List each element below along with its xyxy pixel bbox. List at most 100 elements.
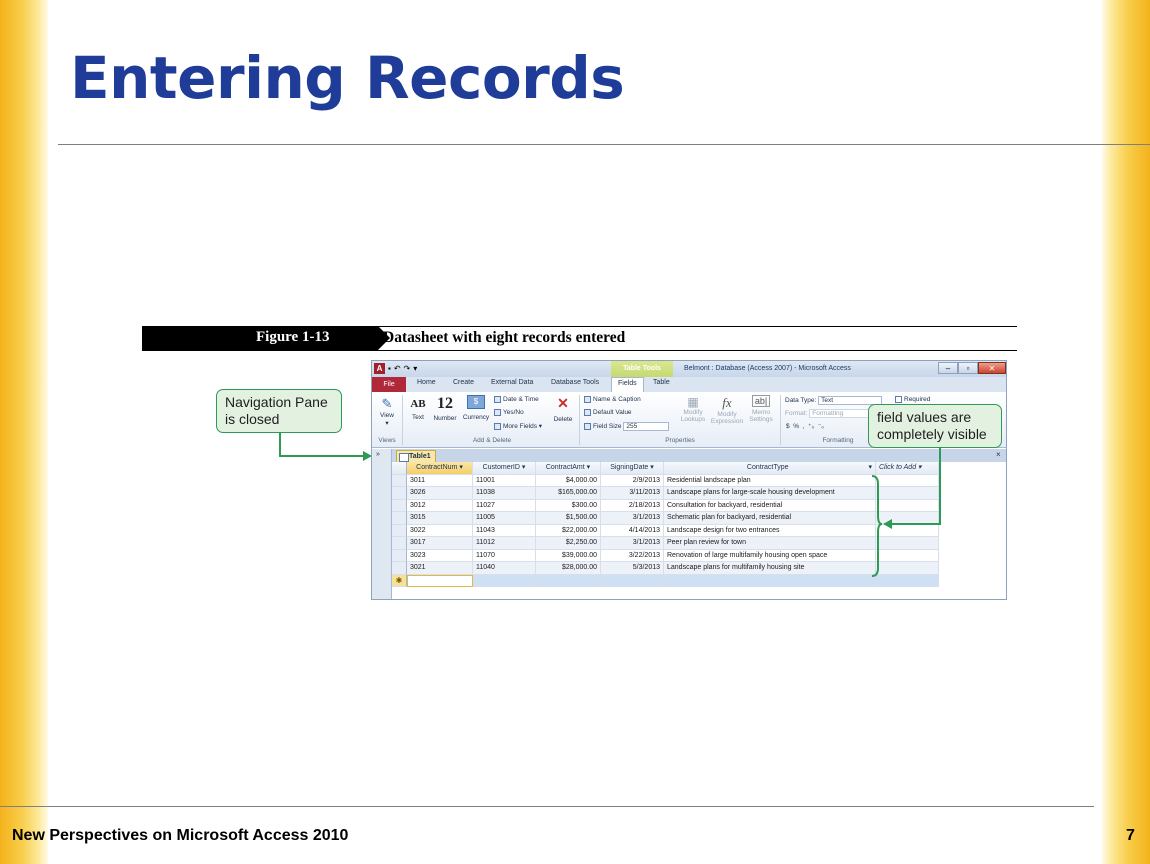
column-header[interactable]: ContractAmt ▾ <box>536 462 601 475</box>
customize-qat-icon[interactable]: ▾ <box>413 363 417 374</box>
currency-format-icon[interactable]: $ <box>786 423 790 430</box>
table-cell[interactable]: Peer plan review for town <box>664 537 876 550</box>
table-cell[interactable]: 3017 <box>407 537 473 550</box>
record-selector[interactable] <box>392 524 407 537</box>
column-header[interactable]: CustomerID ▾ <box>473 462 536 475</box>
table-cell[interactable]: 11043 <box>473 524 536 537</box>
number-field-button[interactable]: 12 Number <box>430 395 460 422</box>
table-cell[interactable]: $4,000.00 <box>536 474 601 487</box>
field-size-input[interactable]: 255 <box>623 422 670 431</box>
decrease-decimals-icon[interactable]: ⁻₀ <box>818 423 824 430</box>
table-cell[interactable] <box>876 562 939 575</box>
new-record-marker[interactable]: ✱ <box>392 574 407 587</box>
comma-format-icon[interactable]: , <box>803 423 805 430</box>
table-cell[interactable]: Renovation of large multifamily housing … <box>664 549 876 562</box>
table-cell[interactable]: $28,000.00 <box>536 562 601 575</box>
table-cell[interactable]: Landscape design for two entrances <box>664 524 876 537</box>
maximize-button[interactable]: ▫ <box>958 362 978 374</box>
record-selector[interactable] <box>392 562 407 575</box>
table-cell[interactable]: 3/22/2013 <box>601 549 664 562</box>
table-cell[interactable]: $300.00 <box>536 499 601 512</box>
table-cell[interactable]: 5/3/2013 <box>601 562 664 575</box>
table-cell[interactable] <box>536 574 601 587</box>
table-cell[interactable] <box>876 574 939 587</box>
yes-no-button[interactable]: Yes/No <box>494 409 524 416</box>
table-cell[interactable] <box>473 574 536 587</box>
table-cell[interactable]: 4/14/2013 <box>601 524 664 537</box>
record-selector[interactable] <box>392 549 407 562</box>
tab-file[interactable]: File <box>372 377 406 392</box>
table-cell[interactable]: 3011 <box>407 474 473 487</box>
table-cell[interactable] <box>876 537 939 550</box>
table-cell[interactable]: 3/1/2013 <box>601 537 664 550</box>
table-cell[interactable]: 11038 <box>473 487 536 500</box>
tab-database-tools[interactable]: Database Tools <box>551 379 599 386</box>
table-cell[interactable]: 3023 <box>407 549 473 562</box>
name-caption-button[interactable]: Name & Caption <box>584 396 641 403</box>
percent-format-icon[interactable]: % <box>793 423 799 430</box>
close-document-icon[interactable]: × <box>996 450 1001 459</box>
tab-home[interactable]: Home <box>417 379 436 386</box>
table-cell[interactable]: 3/11/2013 <box>601 487 664 500</box>
expand-navigation-icon[interactable]: » <box>376 451 380 458</box>
memo-settings-button[interactable]: ab| Memo Settings <box>746 395 776 423</box>
minimize-button[interactable]: – <box>938 362 958 374</box>
table-cell[interactable] <box>876 549 939 562</box>
table-cell[interactable]: Landscape plans for multifamily housing … <box>664 562 876 575</box>
table-cell[interactable]: 11005 <box>473 512 536 525</box>
table-cell[interactable]: Landscape plans for large-scale housing … <box>664 487 876 500</box>
close-button[interactable]: ✕ <box>978 362 1006 374</box>
table-cell[interactable]: $1,500.00 <box>536 512 601 525</box>
table-cell[interactable]: Residential landscape plan <box>664 474 876 487</box>
access-app-icon[interactable]: A <box>374 363 385 374</box>
undo-icon[interactable]: ↶ <box>394 363 401 374</box>
table-cell[interactable]: Schematic plan for backyard, residential <box>664 512 876 525</box>
navigation-pane-collapsed[interactable]: » <box>372 449 392 599</box>
table-cell[interactable]: 3021 <box>407 562 473 575</box>
tab-create[interactable]: Create <box>453 379 474 386</box>
modify-lookups-button[interactable]: ▦ Modify Lookups <box>678 395 708 423</box>
document-tab-table1[interactable]: Table1 <box>396 450 436 462</box>
record-selector[interactable] <box>392 499 407 512</box>
save-icon[interactable]: ▪ <box>388 363 391 374</box>
date-time-button[interactable]: Date & Time <box>494 396 539 403</box>
tab-table[interactable]: Table <box>653 379 670 386</box>
increase-decimals-icon[interactable]: ⁺₀ <box>808 423 814 430</box>
new-record-input[interactable] <box>407 574 473 587</box>
table-cell[interactable]: 2/18/2013 <box>601 499 664 512</box>
default-value-button[interactable]: Default Value <box>584 409 632 416</box>
table-cell[interactable]: 3015 <box>407 512 473 525</box>
table-cell[interactable]: 3022 <box>407 524 473 537</box>
table-cell[interactable] <box>876 474 939 487</box>
delete-field-button[interactable]: ✕ Delete <box>550 395 576 423</box>
record-selector[interactable] <box>392 474 407 487</box>
table-cell[interactable]: 11070 <box>473 549 536 562</box>
table-cell[interactable] <box>601 574 664 587</box>
more-fields-button[interactable]: More Fields ▾ <box>494 422 542 430</box>
required-checkbox[interactable]: Required <box>895 396 930 403</box>
redo-icon[interactable]: ↷ <box>404 363 411 374</box>
table-cell[interactable] <box>876 487 939 500</box>
table-cell[interactable]: $165,000.00 <box>536 487 601 500</box>
record-selector[interactable] <box>392 537 407 550</box>
table-cell[interactable]: 3/1/2013 <box>601 512 664 525</box>
tab-external-data[interactable]: External Data <box>491 379 533 386</box>
table-cell[interactable]: 2/9/2013 <box>601 474 664 487</box>
table-cell[interactable] <box>876 499 939 512</box>
text-field-button[interactable]: AB Text <box>407 398 429 421</box>
table-cell[interactable] <box>664 574 876 587</box>
column-header[interactable]: SigningDate ▾ <box>601 462 664 475</box>
table-cell[interactable]: 3012 <box>407 499 473 512</box>
modify-expression-button[interactable]: fx Modify Expression <box>710 395 744 425</box>
select-all-corner[interactable] <box>392 462 407 475</box>
record-selector[interactable] <box>392 487 407 500</box>
view-button[interactable]: ✎ View ▾ <box>376 396 398 427</box>
currency-field-button[interactable]: $ Currency <box>460 395 492 421</box>
table-cell[interactable]: $22,000.00 <box>536 524 601 537</box>
table-cell[interactable]: $2,250.00 <box>536 537 601 550</box>
column-header[interactable]: ContractNum ▾ <box>407 462 473 475</box>
click-to-add-column[interactable]: Click to Add ▾ <box>876 462 939 475</box>
record-selector[interactable] <box>392 512 407 525</box>
format-select[interactable]: Formatting <box>809 409 874 418</box>
table-cell[interactable]: 11001 <box>473 474 536 487</box>
